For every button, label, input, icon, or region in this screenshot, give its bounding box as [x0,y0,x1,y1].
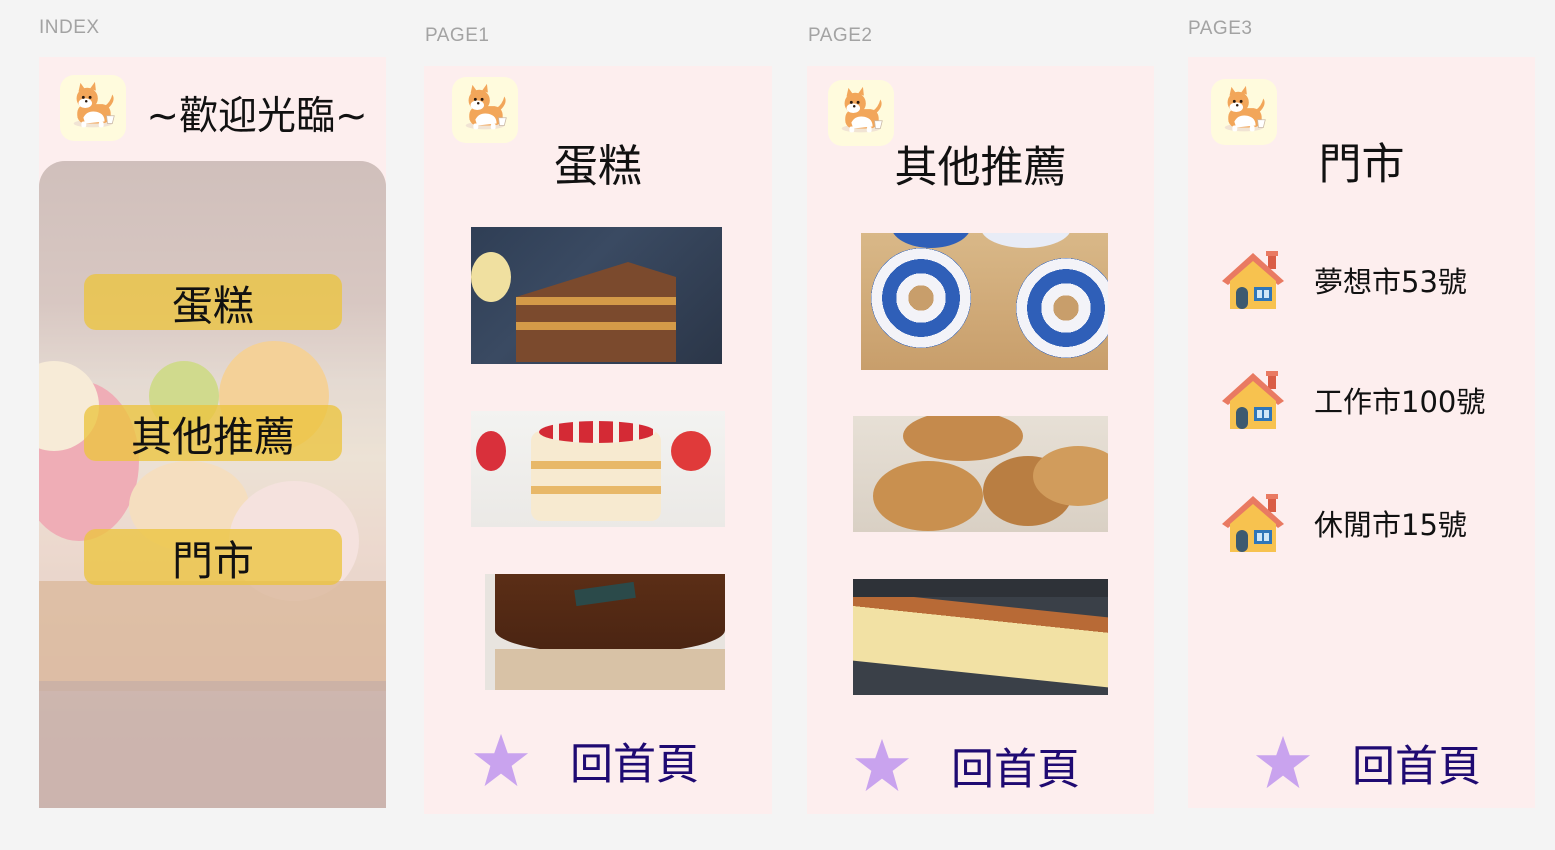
blue-porcelain-donuts-image [861,233,1108,370]
house-icon [1220,490,1286,556]
home-link[interactable]: 回首頁 [1254,732,1481,794]
store-address: 休閒市15號 [1314,508,1467,542]
page3-frame: 門市 夢想市53號 工作市100號 休閒市15號 回首頁 [1188,57,1535,808]
house-icon [1220,367,1286,433]
star-icon [853,737,911,795]
chocolate-mousse-cake-image [485,574,725,690]
house-icon [1220,247,1286,313]
banana-chocolate-crepe-cake-image [471,227,722,364]
page2-frame: 其他推薦 回首頁 [807,66,1154,814]
menu-button-recommend[interactable]: 其他推薦 [84,405,342,461]
chocolate-chip-cookies-image [853,416,1108,532]
store-address: 夢想市53號 [1314,265,1467,299]
castella-sponge-cake-image [853,579,1108,695]
page-title: 其他推薦 [894,143,1067,193]
frame-label-page2: PAGE2 [808,25,873,46]
store-item: 工作市100號 [1220,367,1485,433]
menu-button-stores[interactable]: 門市 [84,529,342,585]
home-link-label: 回首頁 [1352,742,1481,792]
menu-button-cake[interactable]: 蛋糕 [84,274,342,330]
welcome-title: ~歡迎光臨~ [146,94,368,139]
index-frame: ~歡迎光臨~ 蛋糕 其他推薦 門市 [39,57,386,808]
frame-label-page3: PAGE3 [1188,18,1253,39]
page-title: 門市 [1318,140,1405,190]
page1-frame: 蛋糕 回首頁 [424,66,772,814]
home-link[interactable]: 回首頁 [472,730,699,792]
strawberry-cream-cake-image [471,411,725,527]
store-item: 夢想市53號 [1220,247,1467,313]
shiba-dog-icon [60,75,126,141]
home-link-label: 回首頁 [951,745,1080,795]
hero-background-image [39,161,386,808]
store-item: 休閒市15號 [1220,490,1467,556]
home-link[interactable]: 回首頁 [853,735,1080,797]
frame-label-page1: PAGE1 [425,25,490,46]
store-address: 工作市100號 [1314,385,1486,419]
frame-label-index: INDEX [39,17,100,38]
page-title: 蛋糕 [554,141,642,192]
star-icon [1254,734,1312,792]
star-icon [472,732,530,790]
home-link-label: 回首頁 [570,740,699,790]
